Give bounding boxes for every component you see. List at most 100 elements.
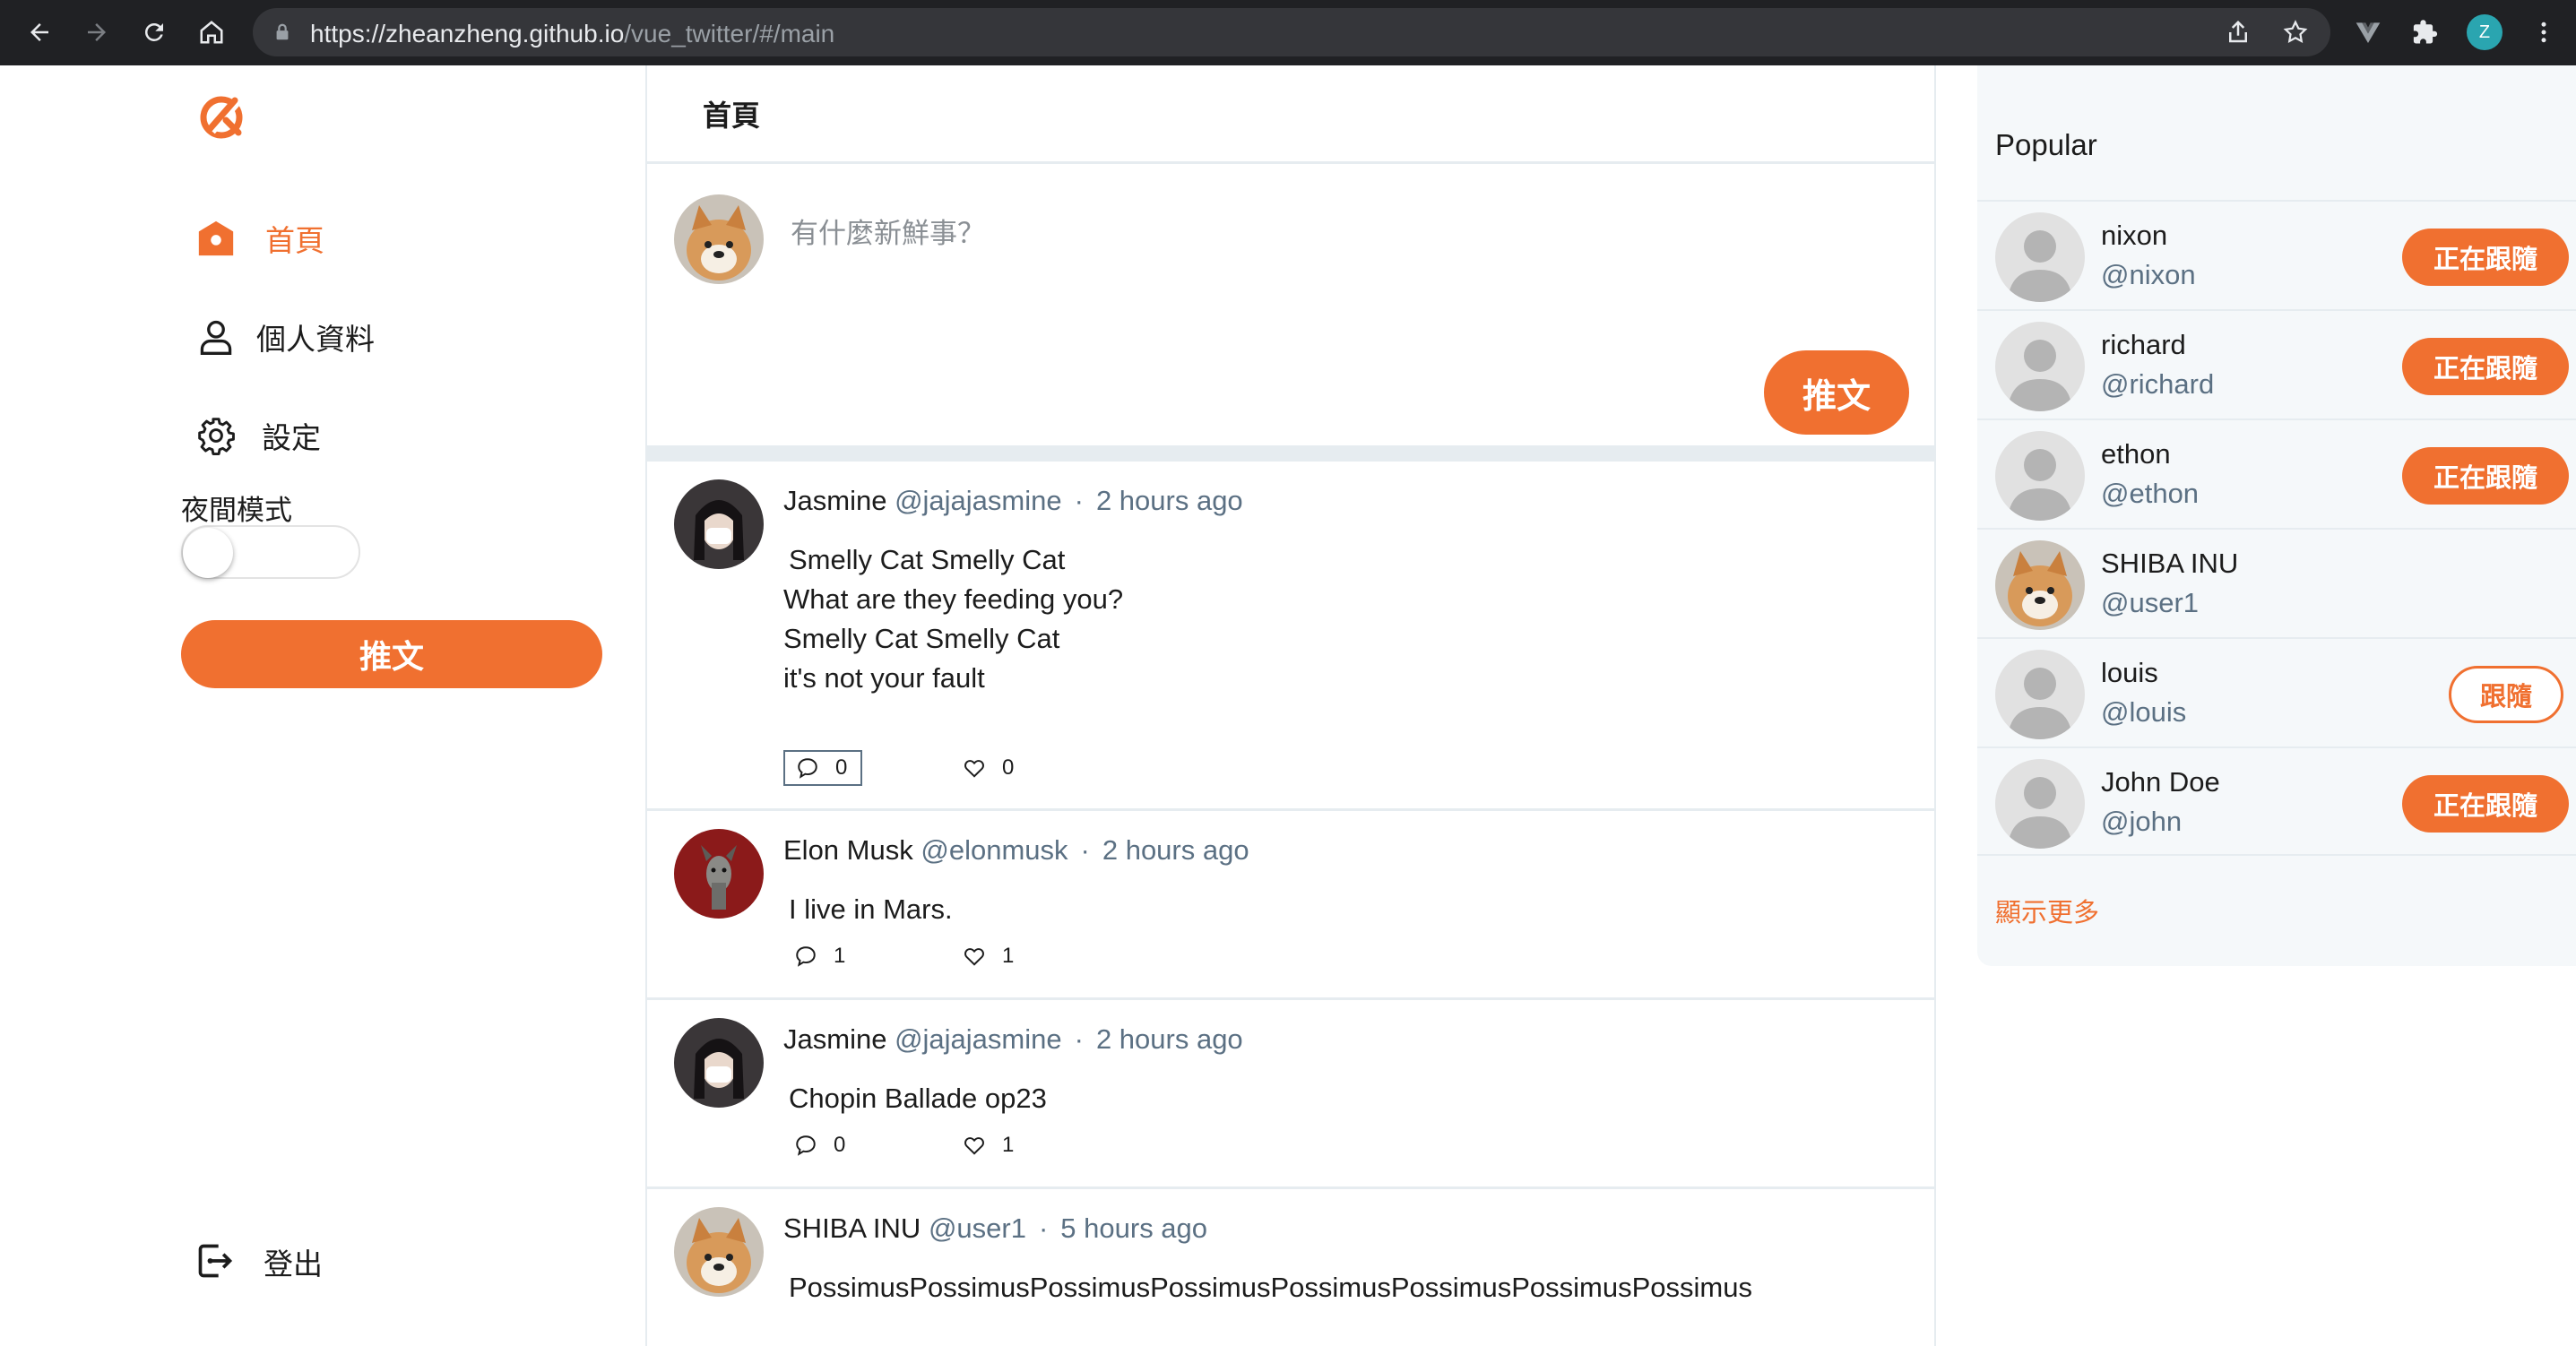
home-icon (195, 218, 237, 259)
tweet-card[interactable]: Elon Musk @elonmusk · 2 hours ago I live i… (647, 811, 1934, 1000)
tweet-author-name[interactable]: Jasmine (783, 1023, 886, 1055)
profile-avatar[interactable]: Z (2467, 14, 2503, 50)
tweet-actions: 0 0 (783, 750, 1014, 786)
tweet-author-name[interactable]: Jasmine (783, 485, 886, 516)
avatar[interactable] (1995, 431, 2085, 521)
sidebar-item-home[interactable]: 首頁 (195, 217, 324, 260)
following-button[interactable]: 正在跟隨 (2402, 229, 2569, 286)
popular-user-row[interactable]: SHIBA INU @user1 (1977, 528, 2576, 637)
address-bar[interactable]: https://zheanzheng.github.io/vue_twitter… (253, 8, 2330, 56)
popular-user-name: SHIBA INU (2101, 548, 2239, 579)
tweet-card[interactable]: Jasmine @jajajasmine · 2 hours ago Chopin … (647, 1000, 1934, 1189)
tweet-author-name[interactable]: Elon Musk (783, 834, 913, 866)
heart-icon (964, 1137, 984, 1155)
avatar[interactable] (674, 1018, 764, 1108)
sidebar-item-label: 設定 (262, 421, 321, 454)
avatar[interactable] (1995, 759, 2085, 849)
sidebar-tweet-button[interactable]: 推文 (181, 620, 602, 688)
logout-label: 登出 (264, 1247, 323, 1281)
night-mode-toggle[interactable] (181, 525, 360, 579)
reply-count: 1 (834, 944, 846, 968)
bookmark-star-icon[interactable] (2282, 19, 2309, 46)
tweet-text: PossimusPossimusPossimusPossimusPossimus… (783, 1268, 1752, 1307)
tweet-line: I live in Mars. (789, 893, 953, 925)
forward-arrow-icon[interactable] (77, 13, 117, 52)
following-button[interactable]: 正在跟隨 (2402, 338, 2569, 395)
home-browser-icon[interactable] (192, 13, 231, 52)
popular-user-row[interactable]: John Doe @john 正在跟隨 (1977, 746, 2576, 856)
like-button[interactable]: 1 (963, 938, 1014, 974)
back-arrow-icon[interactable] (20, 13, 59, 52)
avatar[interactable] (1995, 322, 2085, 411)
avatar[interactable] (674, 1207, 764, 1297)
tweet-line: Smelly Cat Smelly Cat (783, 623, 1060, 654)
avatar[interactable] (674, 479, 764, 569)
browser-toolbar: https://zheanzheng.github.io/vue_twitter… (0, 0, 2576, 65)
reply-button[interactable]: 1 (783, 938, 963, 974)
menu-dots-icon[interactable] (2528, 16, 2560, 48)
tweet-author-name[interactable]: SHIBA INU (783, 1212, 921, 1244)
composer-tweet-button[interactable]: 推文 (1764, 350, 1909, 435)
app-logo[interactable] (199, 93, 246, 140)
extensions-puzzle-icon[interactable] (2409, 16, 2442, 48)
reply-button[interactable]: 0 (783, 750, 862, 786)
popular-panel: Popular nixon @nixon 正在跟隨 richard @richa… (1977, 65, 2576, 966)
heart-icon (964, 760, 984, 778)
avatar[interactable] (674, 829, 764, 919)
logout-button[interactable]: 登出 (195, 1240, 323, 1283)
avatar[interactable] (674, 194, 764, 284)
tweet-author-handle[interactable]: @jajajasmine (895, 1023, 1062, 1055)
tweet-author-handle[interactable]: @jajajasmine (895, 485, 1062, 516)
sidebar-item-settings[interactable]: 設定 (195, 414, 321, 457)
following-button[interactable]: 正在跟隨 (2402, 775, 2569, 833)
main-feed: 首頁 有什麼新鮮事？ 推文 Jasmine @jajajasmine · 2 hou… (645, 65, 1936, 1346)
tweet-card[interactable]: Jasmine @jajajasmine · 2 hours ago Smelly … (647, 462, 1934, 811)
reply-button[interactable]: 0 (783, 1127, 963, 1163)
like-button[interactable]: 0 (963, 750, 1014, 786)
show-more-link[interactable]: 顯示更多 (1995, 892, 2099, 929)
tweet-text: I live in Mars. (783, 890, 953, 929)
composer-input[interactable]: 有什麼新鮮事？ (791, 211, 985, 251)
popular-user-handle: @richard (2101, 368, 2215, 400)
tweet-text: Smelly Cat Smelly Cat What are they feed… (783, 540, 1123, 698)
like-button[interactable]: 1 (963, 1127, 1014, 1163)
logout-icon (195, 1241, 237, 1282)
popular-user-name: ethon (2101, 438, 2171, 470)
popular-user-handle: @user1 (2101, 587, 2200, 618)
popular-user-row[interactable]: richard @richard 正在跟隨 (1977, 309, 2576, 418)
popular-user-handle: @nixon (2101, 259, 2196, 290)
popular-user-row[interactable]: nixon @nixon 正在跟隨 (1977, 200, 2576, 309)
follow-button[interactable]: 跟隨 (2449, 666, 2563, 723)
tweet-time: 2 hours ago (1095, 485, 1243, 516)
tweet-author-handle[interactable]: @user1 (929, 1212, 1026, 1244)
tweet-author-handle[interactable]: @elonmusk (921, 834, 1068, 866)
tweet-line: Chopin Ballade op23 (789, 1083, 1047, 1114)
tweet-card[interactable]: SHIBA INU @user1 · 5 hours ago PossimusPos… (647, 1189, 1934, 1346)
tweet-time: 5 hours ago (1060, 1212, 1208, 1244)
popular-user-row[interactable]: ethon @ethon 正在跟隨 (1977, 418, 2576, 528)
like-count: 1 (1002, 944, 1015, 968)
reply-count: 0 (834, 1133, 846, 1157)
following-button[interactable]: 正在跟隨 (2402, 447, 2569, 505)
popular-user-name: richard (2101, 329, 2186, 360)
avatar[interactable] (1995, 540, 2085, 630)
popular-user-name: louis (2101, 657, 2158, 688)
popular-user-row[interactable]: louis @louis 跟隨 (1977, 637, 2576, 746)
like-count: 0 (1002, 755, 1015, 780)
sidebar-item-label: 首頁 (265, 224, 324, 257)
avatar[interactable] (1995, 650, 2085, 739)
user-icon (195, 316, 237, 358)
heart-icon (964, 948, 984, 966)
avatar[interactable] (1995, 212, 2085, 302)
popular-title: Popular (1995, 128, 2097, 161)
vue-devtools-icon[interactable] (2352, 16, 2384, 48)
sidebar-item-profile[interactable]: 個人資料 (195, 315, 375, 358)
tweet-meta: Jasmine @jajajasmine · 2 hours ago (783, 1023, 1243, 1055)
tweet-line: it's not your fault (783, 662, 985, 694)
tweet-time: 2 hours ago (1095, 1023, 1243, 1055)
comment-icon (798, 758, 817, 779)
share-icon[interactable] (2225, 19, 2252, 46)
reload-icon[interactable] (134, 13, 174, 52)
like-count: 1 (1002, 1133, 1015, 1157)
tweet-actions: 1 1 (783, 938, 1014, 974)
